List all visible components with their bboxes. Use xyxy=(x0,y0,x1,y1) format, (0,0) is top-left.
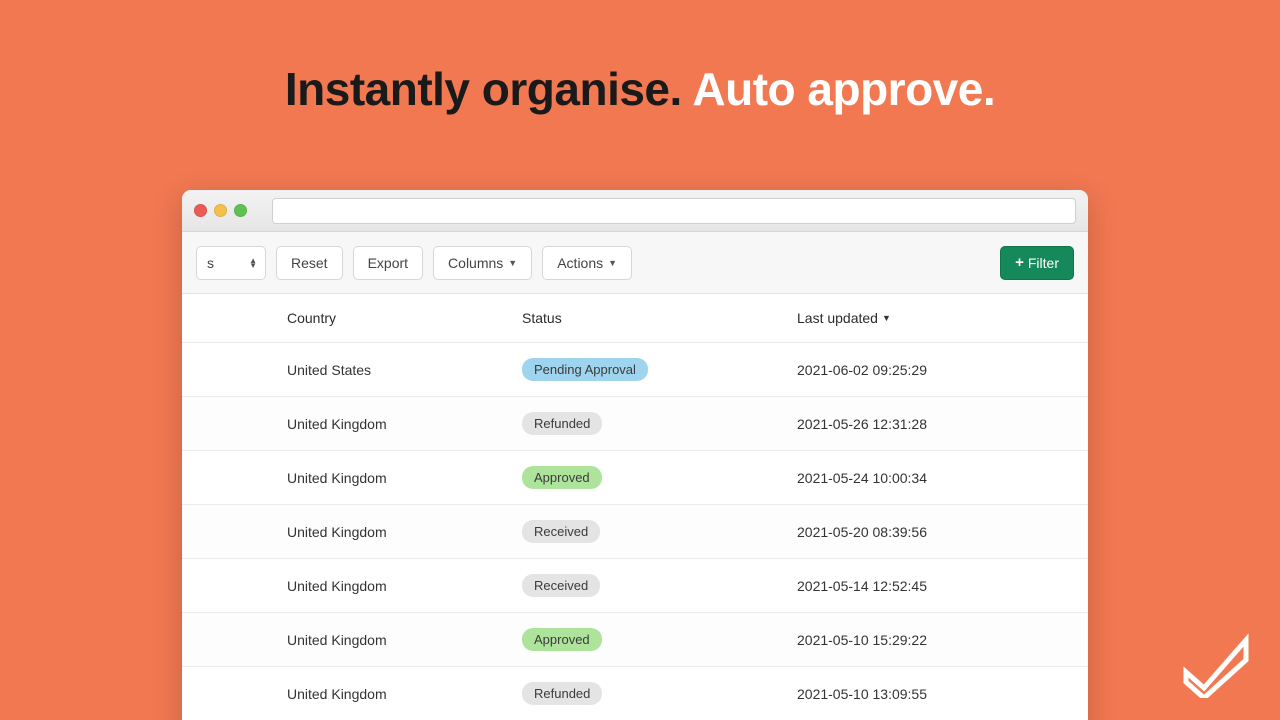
cell-status: Refunded xyxy=(522,682,797,705)
cell-status: Approved xyxy=(522,628,797,651)
actions-button[interactable]: Actions ▼ xyxy=(542,246,632,280)
checkmark-logo-icon xyxy=(1180,632,1252,698)
status-badge: Received xyxy=(522,574,600,597)
table-row[interactable]: United KingdomApproved 2021-05-10 15:29:2… xyxy=(182,613,1088,667)
cell-country: United Kingdom xyxy=(287,416,522,432)
cell-country: United Kingdom xyxy=(287,578,522,594)
cell-status: Received xyxy=(522,520,797,543)
traffic-light-zoom-icon[interactable] xyxy=(234,204,247,217)
status-badge: Pending Approval xyxy=(522,358,648,381)
cell-status: Received xyxy=(522,574,797,597)
actions-label: Actions xyxy=(557,255,603,271)
cell-last-updated: 2021-06-02 09:25:29 xyxy=(797,362,1088,378)
status-badge: Approved xyxy=(522,466,602,489)
col-last-updated-label: Last updated xyxy=(797,310,878,326)
table-row[interactable]: United KingdomRefunded 2021-05-26 12:31:2… xyxy=(182,397,1088,451)
cell-last-updated: 2021-05-20 08:39:56 xyxy=(797,524,1088,540)
traffic-light-minimize-icon[interactable] xyxy=(214,204,227,217)
filter-label: Filter xyxy=(1028,255,1059,271)
status-badge: Received xyxy=(522,520,600,543)
col-country[interactable]: Country xyxy=(287,310,522,326)
status-badge: Approved xyxy=(522,628,602,651)
cell-status: Refunded xyxy=(522,412,797,435)
cell-last-updated: 2021-05-24 10:00:34 xyxy=(797,470,1088,486)
status-badge: Refunded xyxy=(522,412,602,435)
export-label: Export xyxy=(368,255,408,271)
table-row[interactable]: United KingdomReceived 2021-05-20 08:39:5… xyxy=(182,505,1088,559)
cell-country: United Kingdom xyxy=(287,470,522,486)
headline-part-1: Instantly organise. xyxy=(285,63,682,115)
page-size-select[interactable]: s ▲▼ xyxy=(196,246,266,280)
export-button[interactable]: Export xyxy=(353,246,423,280)
plus-icon: + xyxy=(1015,254,1024,271)
browser-titlebar xyxy=(182,190,1088,232)
reset-label: Reset xyxy=(291,255,328,271)
orders-table: Country Status Last updated ▼ United Sta… xyxy=(182,294,1088,720)
cell-last-updated: 2021-05-14 12:52:45 xyxy=(797,578,1088,594)
hero-headline: Instantly organise. Auto approve. xyxy=(0,62,1280,116)
headline-part-2: Auto approve. xyxy=(692,63,995,115)
table-row[interactable]: United StatesPending Approval 2021-06-02 … xyxy=(182,343,1088,397)
table-header-row: Country Status Last updated ▼ xyxy=(182,294,1088,343)
caret-down-icon: ▼ xyxy=(508,258,517,268)
cell-status: Pending Approval xyxy=(522,358,797,381)
cell-last-updated: 2021-05-10 13:09:55 xyxy=(797,686,1088,702)
status-badge: Refunded xyxy=(522,682,602,705)
columns-label: Columns xyxy=(448,255,503,271)
page-size-label: s xyxy=(207,255,214,271)
col-last-updated[interactable]: Last updated ▼ xyxy=(797,310,1088,326)
browser-window: s ▲▼ Reset Export Columns ▼ Actions ▼ + … xyxy=(182,190,1088,720)
caret-down-icon: ▼ xyxy=(608,258,617,268)
traffic-light-close-icon[interactable] xyxy=(194,204,207,217)
table-row[interactable]: United KingdomApproved 2021-05-24 10:00:3… xyxy=(182,451,1088,505)
caret-updown-icon: ▲▼ xyxy=(249,258,257,268)
cell-last-updated: 2021-05-26 12:31:28 xyxy=(797,416,1088,432)
address-bar[interactable] xyxy=(272,198,1076,224)
cell-country: United Kingdom xyxy=(287,686,522,702)
filter-button[interactable]: + Filter xyxy=(1000,246,1074,280)
toolbar: s ▲▼ Reset Export Columns ▼ Actions ▼ + … xyxy=(182,232,1088,294)
reset-button[interactable]: Reset xyxy=(276,246,343,280)
cell-country: United Kingdom xyxy=(287,632,522,648)
cell-last-updated: 2021-05-10 15:29:22 xyxy=(797,632,1088,648)
columns-button[interactable]: Columns ▼ xyxy=(433,246,532,280)
cell-status: Approved xyxy=(522,466,797,489)
cell-country: United States xyxy=(287,362,522,378)
table-row[interactable]: United KingdomReceived 2021-05-14 12:52:4… xyxy=(182,559,1088,613)
cell-country: United Kingdom xyxy=(287,524,522,540)
col-status[interactable]: Status xyxy=(522,310,797,326)
table-row[interactable]: United KingdomRefunded 2021-05-10 13:09:5… xyxy=(182,667,1088,720)
sort-desc-icon: ▼ xyxy=(882,313,891,323)
